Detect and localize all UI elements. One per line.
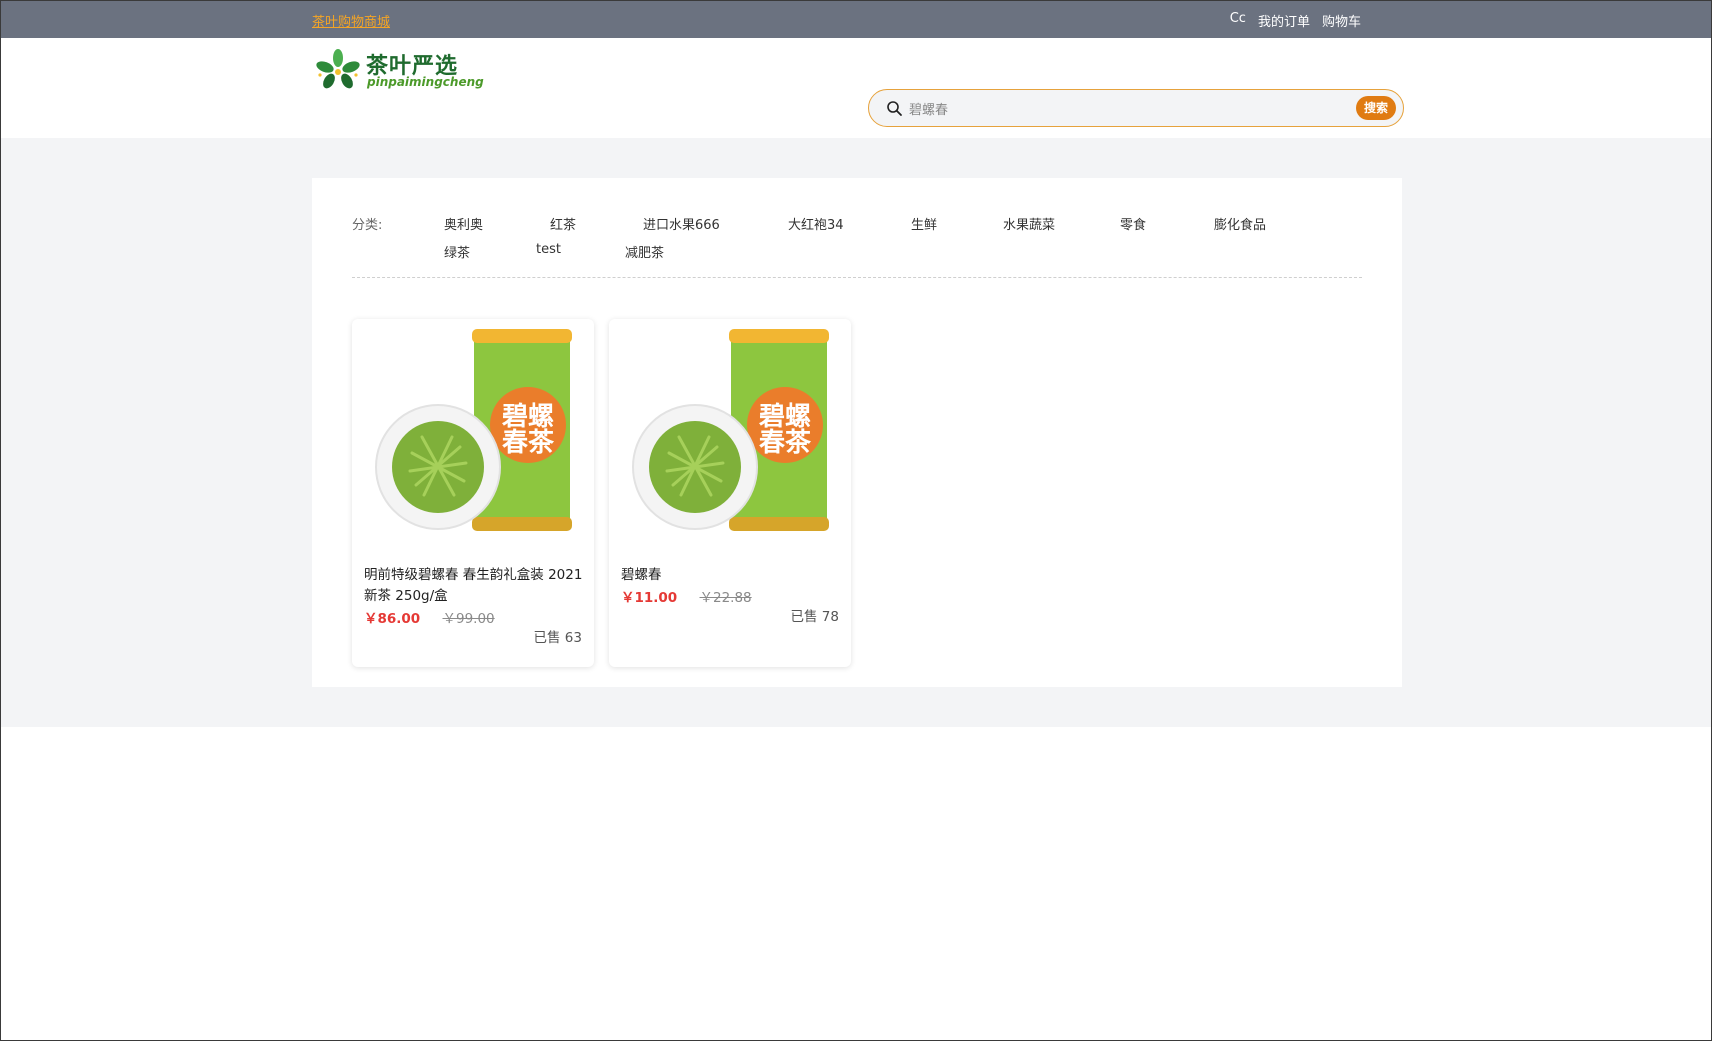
product-image: 碧螺 春茶 bbox=[362, 325, 584, 547]
category-item[interactable]: 生鲜 bbox=[911, 214, 937, 233]
my-orders-link[interactable]: 我的订单 bbox=[1258, 11, 1310, 30]
product-card[interactable]: 碧螺 春茶 碧螺春 ￥11.00 ￥22.88 已售 78 bbox=[609, 319, 851, 667]
header bbox=[1, 38, 1711, 138]
product-price: ￥86.00 bbox=[364, 611, 421, 627]
search-bar: 搜索 bbox=[868, 89, 1404, 127]
cart-link[interactable]: 购物车 bbox=[1322, 11, 1361, 30]
category-item[interactable]: 绿茶 bbox=[444, 242, 470, 261]
product-image: 碧螺 春茶 bbox=[619, 325, 841, 547]
product-sold-count: 已售 78 bbox=[790, 609, 839, 625]
product-price: ￥11.00 bbox=[621, 590, 678, 606]
category-item[interactable]: test bbox=[536, 242, 561, 257]
top-nav: Cc 我的订单 购物车 bbox=[1230, 11, 1361, 30]
product-original-price: ￥22.88 bbox=[699, 590, 752, 606]
svg-text:春茶: 春茶 bbox=[502, 428, 555, 458]
svg-text:春茶: 春茶 bbox=[759, 428, 812, 458]
category-item[interactable]: 水果蔬菜 bbox=[1003, 214, 1055, 233]
product-sold-count: 已售 63 bbox=[533, 630, 582, 646]
category-item[interactable]: 大红袍34 bbox=[788, 214, 844, 233]
search-button[interactable]: 搜索 bbox=[1356, 96, 1396, 120]
category-item[interactable]: 零食 bbox=[1120, 214, 1146, 233]
category-item[interactable]: 减肥茶 bbox=[625, 242, 664, 261]
category-item[interactable]: 膨化食品 bbox=[1214, 214, 1266, 233]
product-original-price: ￥99.00 bbox=[442, 611, 495, 627]
category-label: 分类: bbox=[352, 218, 383, 233]
results-panel: 分类: 奥利奥 红茶 进口水果666 大红袍34 生鲜 水果蔬菜 零食 膨化食品… bbox=[312, 178, 1402, 687]
product-card[interactable]: 碧螺 春茶 明前特级碧螺春 春生韵礼盒装 2021新茶 250g/盒 ￥86.0… bbox=[352, 319, 594, 667]
site-logo[interactable]: 茶叶严选 pinpaimingcheng bbox=[314, 47, 484, 93]
tea-leaf-logo-icon bbox=[316, 49, 360, 89]
product-prices: ￥86.00 ￥99.00 bbox=[364, 607, 495, 627]
page-frame: 茶叶购物商城 Cc 我的订单 购物车 茶叶严选 pinpaimingcheng bbox=[0, 0, 1712, 1041]
category-item[interactable]: 红茶 bbox=[550, 214, 576, 233]
search-icon bbox=[887, 101, 902, 116]
home-link[interactable]: 茶叶购物商城 bbox=[312, 11, 390, 30]
logo-subtitle: pinpaimingcheng bbox=[367, 75, 484, 89]
user-name-link[interactable]: Cc bbox=[1230, 11, 1246, 30]
divider bbox=[352, 277, 1362, 278]
product-prices: ￥11.00 ￥22.88 bbox=[621, 586, 752, 606]
product-name[interactable]: 明前特级碧螺春 春生韵礼盒装 2021新茶 250g/盒 bbox=[364, 565, 584, 607]
search-input[interactable] bbox=[909, 97, 1289, 119]
top-bar: 茶叶购物商城 Cc 我的订单 购物车 bbox=[1, 1, 1711, 38]
category-item[interactable]: 进口水果666 bbox=[643, 214, 720, 233]
category-item[interactable]: 奥利奥 bbox=[444, 214, 483, 233]
product-name[interactable]: 碧螺春 bbox=[621, 565, 841, 586]
